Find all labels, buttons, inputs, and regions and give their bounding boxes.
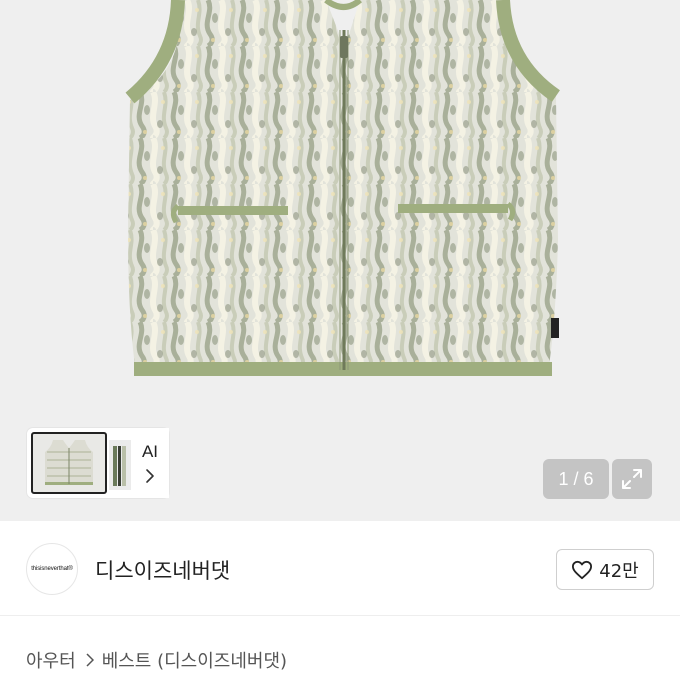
like-button[interactable]: 42만 [556,549,654,590]
breadcrumb-subcategory[interactable]: 베스트 (디스이즈네버댓) [102,647,287,673]
thumbnail-2[interactable] [109,440,131,490]
thumbnail-vest-image [45,440,93,485]
seller-avatar[interactable]: thisisneverthat® [26,543,78,595]
ai-label: AI [141,442,159,461]
breadcrumb-category[interactable]: 아우터 [26,647,76,673]
thumbnail-detail-image [113,446,126,486]
thumbnail-1-selected[interactable] [31,432,107,494]
image-page-counter: 1 / 6 [543,459,609,499]
expand-image-button[interactable] [612,459,652,499]
seller-logo-text: thisisneverthat® [31,566,73,572]
heart-icon [572,560,593,579]
chevron-right-icon [86,653,94,667]
like-count: 42만 [599,560,639,582]
chevron-right-icon [146,469,154,483]
ai-button[interactable]: AI [131,428,169,498]
expand-icon [622,469,642,489]
seller-name[interactable]: 디스이즈네버댓 [95,555,230,585]
breadcrumb: 아우터 베스트 (디스이즈네버댓) [26,647,287,673]
